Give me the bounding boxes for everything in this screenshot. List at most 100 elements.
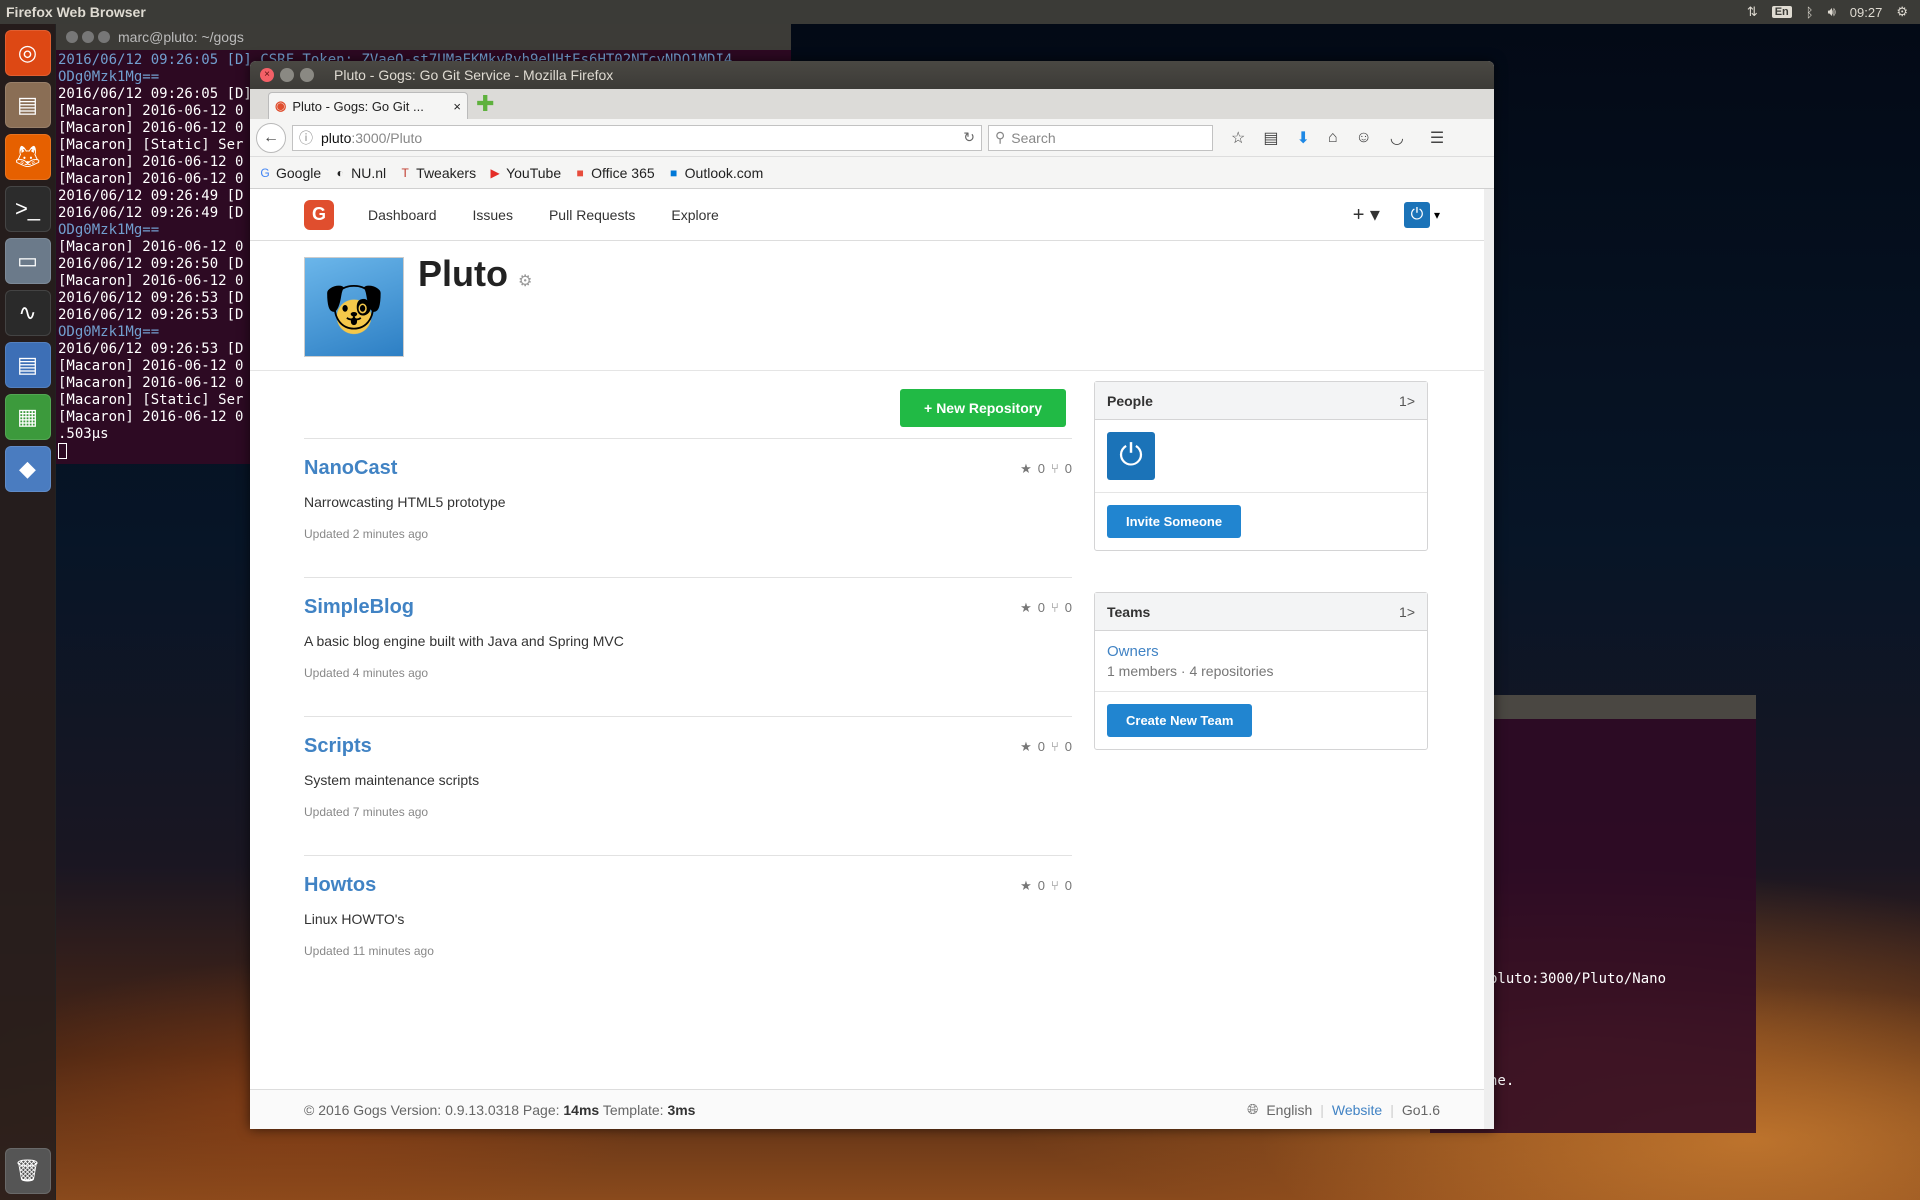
teams-header[interactable]: Teams 1> <box>1095 593 1427 631</box>
minimize-window-button[interactable] <box>280 68 294 82</box>
repo-stats: ★ 0 ⑂ 0 <box>1020 461 1072 477</box>
repo-updated: Updated 2 minutes ago <box>304 527 429 541</box>
bookmark-office-365[interactable]: ■ Office 365 <box>573 165 654 181</box>
search-input[interactable]: ⚲ Search <box>988 124 1213 151</box>
people-count-chevron[interactable]: 1> <box>1399 393 1415 409</box>
star-count: 0 <box>1037 878 1045 893</box>
repo-description: Narrowcasting HTML5 prototype <box>304 494 506 510</box>
gogs-logo-icon[interactable]: G <box>304 199 334 230</box>
star-count: 0 <box>1037 461 1045 476</box>
people-actions: Invite Someone <box>1095 493 1427 550</box>
window-title: Pluto - Gogs: Go Git Service - Mozilla F… <box>334 67 614 83</box>
volume-icon[interactable]: 🔊︎ <box>1828 4 1836 20</box>
create-new-team-button[interactable]: Create New Team <box>1107 704 1253 737</box>
org-avatar: 🐶︎ <box>304 257 404 357</box>
user-menu-dropdown[interactable]: ⏻ ▾ <box>1403 201 1440 228</box>
calc-icon[interactable]: ▦ <box>4 394 51 440</box>
menu-icon[interactable]: ☰ <box>1430 128 1444 148</box>
repo-item: Howtos ★ 0 ⑂ 0 Linux HOWTO's Updated 11 minute… <box>304 856 1072 995</box>
star-count: 0 <box>1037 739 1045 754</box>
star-icon: ★ <box>1020 461 1032 476</box>
team-owners-link[interactable]: Owners <box>1107 643 1415 660</box>
terminal-cursor <box>58 443 67 459</box>
system-tray: ⇅ En ᛒ 🔊︎ 09:27 ⚙ <box>1747 4 1914 20</box>
bookmark-favicon-icon: ▶ <box>490 165 500 180</box>
active-app-name: Firefox Web Browser <box>6 4 146 20</box>
org-header: 🐶︎ Pluto ⚙ <box>250 241 1494 371</box>
software-center-icon[interactable]: ◆ <box>4 446 51 492</box>
fork-count: 0 <box>1064 878 1072 893</box>
member-avatar[interactable]: ⏻ <box>1107 432 1155 480</box>
reload-icon[interactable]: ↻ <box>963 129 975 146</box>
unity-launcher: ◎ ▤ 🦊︎ >_ ▭ ∿ ▤ ▦ ◆ 🗑︎ <box>0 24 56 1200</box>
window-titlebar[interactable]: × Pluto - Gogs: Go Git Service - Mozilla… <box>250 61 1494 89</box>
repo-name-link[interactable]: NanoCast <box>304 457 397 480</box>
bookmarks-toolbar: G Google ◐ NU.nl T Tweakers ▶ YouTube ■ Office 36… <box>250 157 1494 189</box>
fork-icon: ⑂ <box>1050 739 1059 754</box>
terminal-titlebar[interactable]: marc@pluto: ~/gogs <box>56 24 791 50</box>
search-icon: ⚲ <box>995 129 1006 145</box>
repo-name-link[interactable]: Howtos <box>304 874 376 897</box>
invite-someone-button[interactable]: Invite Someone <box>1107 505 1242 538</box>
star-count: 0 <box>1037 600 1045 615</box>
hello-icon[interactable]: ☺ <box>1356 129 1372 147</box>
clock[interactable]: 09:27 <box>1850 5 1883 20</box>
fork-count: 0 <box>1064 600 1072 615</box>
fork-count: 0 <box>1064 739 1072 754</box>
create-new-dropdown[interactable]: + ▾ <box>1353 202 1380 227</box>
footer-version: © 2016 Gogs Version: 0.9.13.0318 Page: 1… <box>304 1102 695 1118</box>
website-link[interactable]: Website <box>1332 1102 1382 1118</box>
close-window-button[interactable]: × <box>260 68 274 82</box>
settings-gear-icon[interactable]: ⚙ <box>1896 4 1908 20</box>
teams-count-chevron[interactable]: 1> <box>1399 604 1415 620</box>
system-monitor-icon[interactable]: ∿ <box>4 290 51 336</box>
keyboard-layout-indicator[interactable]: En <box>1771 6 1792 18</box>
writer-icon[interactable]: ▤ <box>4 342 51 388</box>
bluetooth-icon[interactable]: ᛒ <box>1806 5 1814 20</box>
people-header[interactable]: People 1> <box>1095 382 1427 420</box>
files-icon[interactable]: ▤ <box>4 82 51 128</box>
nav-issues[interactable]: Issues <box>473 207 513 223</box>
maximize-window-button[interactable] <box>300 68 314 82</box>
bookmark-favicon-icon: ■ <box>576 165 584 180</box>
org-name: Pluto <box>418 253 508 294</box>
url-bar[interactable]: ⓘ pluto:3000/Pluto ↻ <box>292 124 982 151</box>
nav-dashboard[interactable]: Dashboard <box>368 207 437 223</box>
org-settings-gear-icon[interactable]: ⚙ <box>518 271 532 291</box>
bookmark-tweakers[interactable]: T Tweakers <box>398 165 477 181</box>
close-tab-icon[interactable]: × <box>453 99 461 114</box>
bookmark-nu-nl[interactable]: ◐ NU.nl <box>333 165 387 181</box>
window-controls[interactable] <box>66 31 110 43</box>
footer-page-time: 14ms <box>563 1101 600 1118</box>
language-selector[interactable]: English <box>1266 1102 1312 1118</box>
team-meta: 1 members · 4 repositories <box>1107 663 1274 679</box>
nav-pull-requests[interactable]: Pull Requests <box>549 207 635 223</box>
repo-item: NanoCast ★ 0 ⑂ 0 Narrowcasting HTML5 prototyp… <box>304 439 1072 578</box>
network-icon[interactable]: ⇅ <box>1747 4 1758 20</box>
terminal-icon[interactable]: >_ <box>4 186 51 232</box>
home-icon[interactable]: ⌂ <box>1328 129 1338 147</box>
back-button[interactable]: ← <box>256 122 286 153</box>
site-info-icon[interactable]: ⓘ <box>299 128 313 148</box>
repo-name-link[interactable]: SimpleBlog <box>304 596 414 619</box>
nav-explore[interactable]: Explore <box>671 207 718 223</box>
new-tab-button[interactable]: ✚ <box>476 91 494 117</box>
tab-gogs[interactable]: ◉ Pluto - Gogs: Go Git ... × <box>268 92 468 119</box>
page-scrollbar[interactable] <box>1484 189 1494 1129</box>
bookmark-youtube[interactable]: ▶ YouTube <box>488 165 561 181</box>
new-repository-button[interactable]: + New Repository <box>900 389 1066 427</box>
repo-updated: Updated 4 minutes ago <box>304 666 429 680</box>
repository-list: NanoCast ★ 0 ⑂ 0 Narrowcasting HTML5 prototyp… <box>304 438 1072 995</box>
repo-name-link[interactable]: Scripts <box>304 735 372 758</box>
ubuntu-dash-icon[interactable]: ◎ <box>4 30 51 76</box>
bookmark-outlook-com[interactable]: ■ Outlook.com <box>667 165 763 181</box>
downloads-icon[interactable]: ⬇ <box>1296 128 1309 148</box>
people-panel: People 1> ⏻ Invite Someone <box>1094 381 1428 551</box>
trash-icon[interactable]: 🗑︎ <box>4 1148 51 1194</box>
pocket-icon[interactable]: ◡ <box>1390 128 1404 148</box>
remote-desktop-icon[interactable]: ▭ <box>4 238 51 284</box>
bookmark-google[interactable]: G Google <box>258 165 321 181</box>
bookmark-star-icon[interactable]: ☆ <box>1231 128 1245 148</box>
reading-list-icon[interactable]: ▤ <box>1263 128 1278 148</box>
firefox-icon[interactable]: 🦊︎ <box>4 134 51 180</box>
